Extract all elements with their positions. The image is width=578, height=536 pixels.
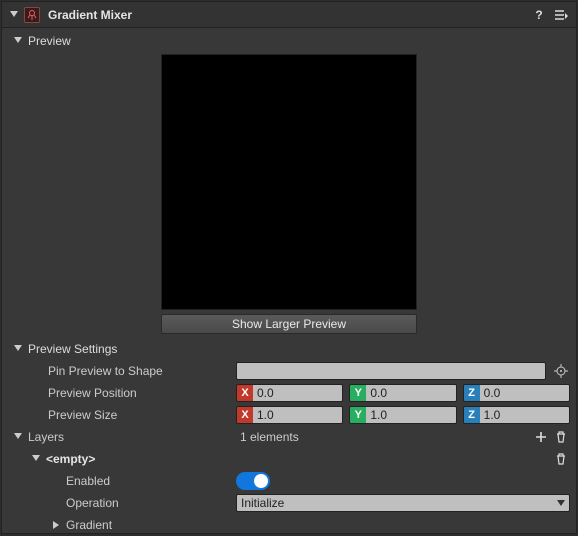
chevron-down-icon xyxy=(557,499,565,507)
preview-size-z-value: 1.0 xyxy=(480,407,569,423)
preview-viewport[interactable] xyxy=(161,54,417,310)
panel-content: Preview Show Larger Preview Preview Sett… xyxy=(2,28,576,533)
axis-x-badge: X xyxy=(237,385,253,401)
layer-enabled-toggle[interactable] xyxy=(236,472,270,490)
layer-item-header[interactable]: <empty> xyxy=(8,448,570,470)
axis-z-badge: Z xyxy=(464,407,480,423)
caret-down-icon xyxy=(30,453,42,465)
layer-operation-dropdown[interactable]: Initialize xyxy=(236,494,570,512)
caret-down-icon xyxy=(12,343,24,355)
preview-section-header[interactable]: Preview xyxy=(8,32,570,52)
delete-layer-button[interactable] xyxy=(554,452,568,466)
layer-name: <empty> xyxy=(46,452,554,466)
layer-enabled-row: Enabled xyxy=(8,470,570,492)
preview-size-row: Preview Size X 1.0 Y 1.0 Z 1.0 xyxy=(8,404,570,426)
preview-position-y-input[interactable]: Y 0.0 xyxy=(349,384,456,402)
axis-y-badge: Y xyxy=(350,407,366,423)
preview-position-row: Preview Position X 0.0 Y 0.0 Z 0.0 xyxy=(8,382,570,404)
layers-count: 1 elements xyxy=(240,430,534,444)
preview-size-y-input[interactable]: Y 1.0 xyxy=(349,406,456,424)
preview-position-x-input[interactable]: X 0.0 xyxy=(236,384,343,402)
preview-size-y-value: 1.0 xyxy=(366,407,455,423)
layer-operation-label: Operation xyxy=(66,496,236,510)
pin-target-button[interactable] xyxy=(552,362,570,380)
help-button[interactable]: ? xyxy=(530,6,548,24)
pin-preview-row: Pin Preview to Shape xyxy=(8,360,570,382)
preview-position-y-value: 0.0 xyxy=(366,385,455,401)
plus-icon xyxy=(535,431,547,443)
layer-operation-value: Initialize xyxy=(241,496,284,510)
preview-settings-label: Preview Settings xyxy=(28,342,117,356)
layer-enabled-label: Enabled xyxy=(66,474,236,488)
axis-z-badge: Z xyxy=(464,385,480,401)
preview-position-z-value: 0.0 xyxy=(480,385,569,401)
hamburger-icon xyxy=(554,8,568,22)
preview-size-label: Preview Size xyxy=(48,408,236,422)
panel-menu-button[interactable] xyxy=(552,6,570,24)
preview-position-x-value: 0.0 xyxy=(253,385,342,401)
layer-gradient-row[interactable]: Gradient xyxy=(8,514,570,533)
caret-down-icon xyxy=(12,35,24,47)
show-larger-preview-button[interactable]: Show Larger Preview xyxy=(161,314,417,334)
preview-settings-header[interactable]: Preview Settings xyxy=(8,340,570,360)
delete-all-layers-button[interactable] xyxy=(554,430,568,444)
axis-x-badge: X xyxy=(237,407,253,423)
preview-label: Preview xyxy=(28,34,71,48)
caret-down-icon[interactable] xyxy=(12,431,24,443)
target-icon xyxy=(554,364,568,378)
add-layer-button[interactable] xyxy=(534,430,548,444)
preview-size-z-input[interactable]: Z 1.0 xyxy=(463,406,570,424)
layers-header: Layers 1 elements xyxy=(8,426,570,448)
trash-icon xyxy=(555,453,567,465)
layer-operation-row: Operation Initialize xyxy=(8,492,570,514)
pin-preview-input[interactable] xyxy=(236,362,546,380)
layer-gradient-label: Gradient xyxy=(66,518,112,532)
help-icon: ? xyxy=(535,8,542,22)
app-icon xyxy=(24,7,40,23)
title-bar: Gradient Mixer ? xyxy=(2,2,576,28)
preview-position-label: Preview Position xyxy=(48,386,236,400)
trash-icon xyxy=(555,431,567,443)
panel-title: Gradient Mixer xyxy=(48,8,530,22)
preview-size-x-value: 1.0 xyxy=(253,407,342,423)
toggle-knob xyxy=(254,474,268,488)
layers-label: Layers xyxy=(28,430,64,444)
pin-preview-label: Pin Preview to Shape xyxy=(48,364,236,378)
show-larger-preview-label: Show Larger Preview xyxy=(232,317,346,331)
axis-y-badge: Y xyxy=(350,385,366,401)
preview-position-z-input[interactable]: Z 0.0 xyxy=(463,384,570,402)
preview-size-x-input[interactable]: X 1.0 xyxy=(236,406,343,424)
panel-expand-toggle[interactable] xyxy=(8,9,20,21)
gradient-mixer-panel: Gradient Mixer ? Preview xyxy=(1,1,577,534)
caret-right-icon xyxy=(50,519,62,531)
